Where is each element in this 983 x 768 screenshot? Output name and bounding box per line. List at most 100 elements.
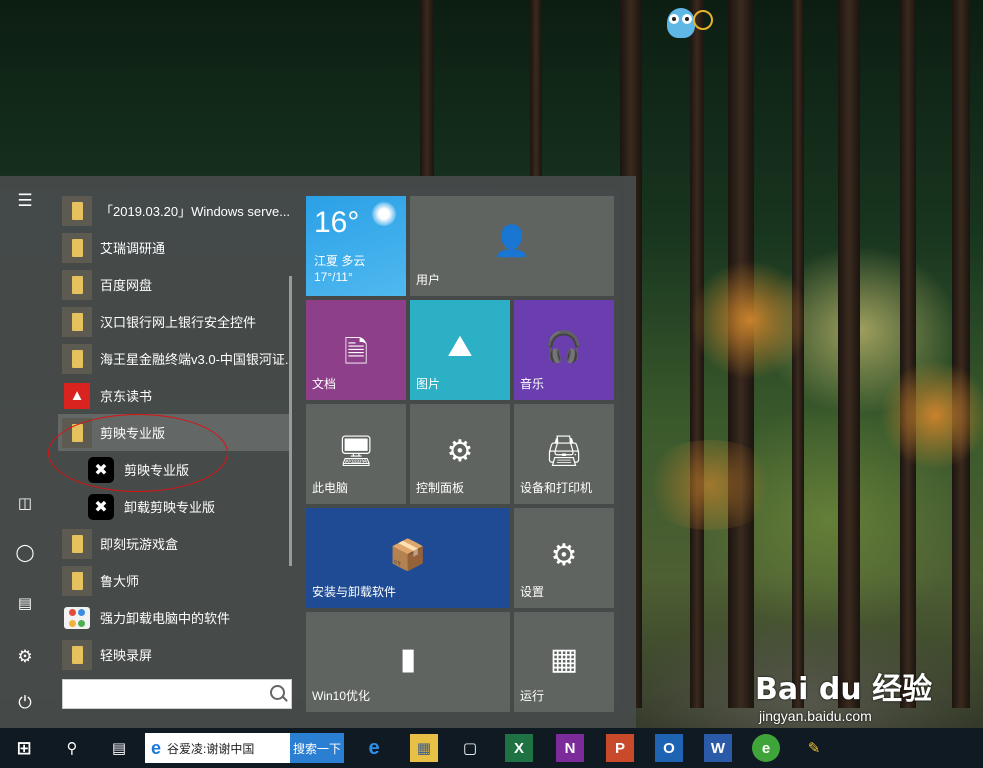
app-label: 海王星金融终端v3.0-中国银河证... [100, 352, 290, 367]
word-icon[interactable]: W [704, 734, 732, 762]
tile-label: 控制面板 [416, 481, 465, 495]
music-tile[interactable]: 🎧 音乐 [514, 300, 614, 400]
documents-tile[interactable]: 🗎 文档 [306, 300, 406, 400]
tile-label: 音乐 [520, 377, 545, 391]
owl-desktop-icon[interactable] [667, 8, 695, 38]
watermark-url: jingyan.baidu.com [759, 708, 872, 724]
list-item[interactable]: 轻映录屏 [58, 636, 290, 673]
printer-icon: 🖨 [544, 435, 584, 468]
app-list-scrollbar[interactable] [289, 276, 292, 566]
folder-icon [62, 565, 92, 596]
tile-label: 文档 [312, 377, 337, 391]
list-item[interactable]: 百度网盘 [58, 266, 290, 303]
windows-start-icon[interactable]: ⊞ [10, 734, 38, 762]
tile-label: 安装与卸载软件 [312, 585, 397, 599]
document-icon[interactable]: ◫ [10, 488, 40, 518]
tile-label: 设备和打印机 [520, 481, 593, 495]
folder-icon [62, 195, 92, 226]
monitor-icon: 🖥 [336, 435, 376, 468]
sliders-icon: ⚙ [446, 435, 474, 468]
capcut-icon: ✖ [86, 492, 116, 522]
pictures-icon: ⛰ [447, 330, 473, 363]
folder-icon [62, 639, 92, 670]
list-item[interactable]: 即刻玩游戏盒 [58, 525, 290, 562]
settings-tile[interactable]: ⚙ 设置 [514, 508, 614, 608]
paint-icon[interactable]: ✎ [800, 734, 828, 762]
search-icon [270, 685, 285, 700]
run-tile[interactable]: ▦ 运行 [514, 612, 614, 712]
folder-icon [62, 306, 92, 337]
weather-range: 17°/11° [314, 270, 353, 284]
list-item[interactable]: 海王星金融终端v3.0-中国银河证... [58, 340, 290, 377]
edge-icon[interactable]: e [360, 734, 388, 762]
app-label: 百度网盘 [100, 278, 153, 293]
app-label: 汉口银行网上银行安全控件 [100, 315, 257, 330]
user-tile[interactable]: 👤 用户 [410, 196, 614, 296]
pictures-icon[interactable]: ▤ [10, 588, 40, 618]
optimize-icon: ▮ [399, 643, 417, 676]
list-item[interactable]: 鲁大师 [58, 562, 290, 599]
install-box-icon: 📦 [389, 539, 427, 572]
folder-icon [62, 528, 92, 559]
list-item[interactable]: 汉口银行网上银行安全控件 [58, 303, 290, 340]
powerpoint-icon[interactable]: P [606, 734, 634, 762]
list-item[interactable]: 强力卸载电脑中的软件 [58, 599, 290, 636]
list-item[interactable]: 艾瑞调研通 [58, 229, 290, 266]
store-icon[interactable]: ▢ [456, 734, 484, 762]
folder-icon [62, 232, 92, 263]
hamburger-icon[interactable]: ☰ [10, 186, 40, 216]
run-icon: ▦ [549, 643, 579, 676]
app-label: 鲁大师 [100, 574, 140, 589]
app-label: 艾瑞调研通 [100, 241, 166, 256]
headphones-icon: 🎧 [545, 331, 583, 364]
360-icon[interactable]: e [752, 734, 780, 762]
taskbar: ⊞ ⚲ ▤ e 谷爱凌:谢谢中国 搜索一下 e ▦ ▢ X N P O W e … [0, 728, 983, 768]
search-icon[interactable]: ⚲ [58, 734, 86, 762]
app-label: 卸载剪映专业版 [124, 500, 216, 515]
outlook-icon[interactable]: O [655, 734, 683, 762]
start-menu: ☰ ◫ ◯ ▤ ⚙ ⏻ 「2019.03.20」Windows serve...… [0, 176, 636, 728]
search-box-text: 谷爱凌:谢谢中国 [167, 741, 255, 756]
weather-tile[interactable]: 16° 江夏 多云 17°/11° [306, 196, 406, 296]
search-input[interactable] [62, 679, 292, 709]
settings-icon[interactable]: ⚙ [10, 642, 40, 672]
owl-ring-icon [693, 10, 713, 30]
highlight-ellipse [48, 414, 228, 492]
gear-icon: ⚙ [550, 539, 578, 572]
tile-label: 用户 [416, 273, 441, 287]
win10-optimize-tile[interactable]: ▮ Win10优化 [306, 612, 510, 712]
tile-label: 图片 [416, 377, 441, 391]
search-go-button[interactable]: 搜索一下 [290, 733, 344, 763]
taskbar-search-box[interactable]: e 谷爱凌:谢谢中国 [145, 733, 290, 763]
this-pc-tile[interactable]: 🖥 此电脑 [306, 404, 406, 504]
folder-icon [62, 343, 92, 374]
task-view-icon[interactable]: ▤ [105, 734, 133, 762]
install-uninstall-tile[interactable]: 📦 安装与卸载软件 [306, 508, 510, 608]
user-icon[interactable]: ◯ [10, 538, 40, 568]
list-item[interactable]: 「2019.03.20」Windows serve... [58, 192, 290, 229]
tile-label: 运行 [520, 689, 545, 703]
list-item[interactable]: ✖ 卸载剪映专业版 [58, 488, 290, 525]
app-label: 「2019.03.20」Windows serve... [100, 204, 290, 219]
baidu-jingyan-watermark: Bai du 经验 jingyan.baidu.com [755, 664, 932, 724]
app-label: 即刻玩游戏盒 [100, 537, 179, 552]
tile-label: 此电脑 [312, 481, 349, 495]
uninstaller-icon [62, 603, 92, 633]
devices-printers-tile[interactable]: 🖨 设备和打印机 [514, 404, 614, 504]
onenote-icon[interactable]: N [556, 734, 584, 762]
file-explorer-icon[interactable]: ▦ [410, 734, 438, 762]
excel-icon[interactable]: X [505, 734, 533, 762]
list-item[interactable]: ▲ 京东读书 [58, 377, 290, 414]
tile-label: 设置 [520, 585, 545, 599]
folder-icon [62, 269, 92, 300]
power-icon[interactable]: ⏻ [10, 688, 40, 718]
tile-label: Win10优化 [312, 689, 371, 703]
weather-temp: 16° [314, 206, 360, 239]
sun-icon [372, 202, 396, 226]
app-label: 轻映录屏 [100, 648, 153, 663]
jd-read-icon: ▲ [62, 381, 92, 411]
ie-icon: e [151, 737, 162, 758]
pictures-tile[interactable]: ⛰ 图片 [410, 300, 510, 400]
control-panel-tile[interactable]: ⚙ 控制面板 [410, 404, 510, 504]
start-rail: ☰ ◫ ◯ ▤ ⚙ ⏻ [0, 176, 50, 728]
